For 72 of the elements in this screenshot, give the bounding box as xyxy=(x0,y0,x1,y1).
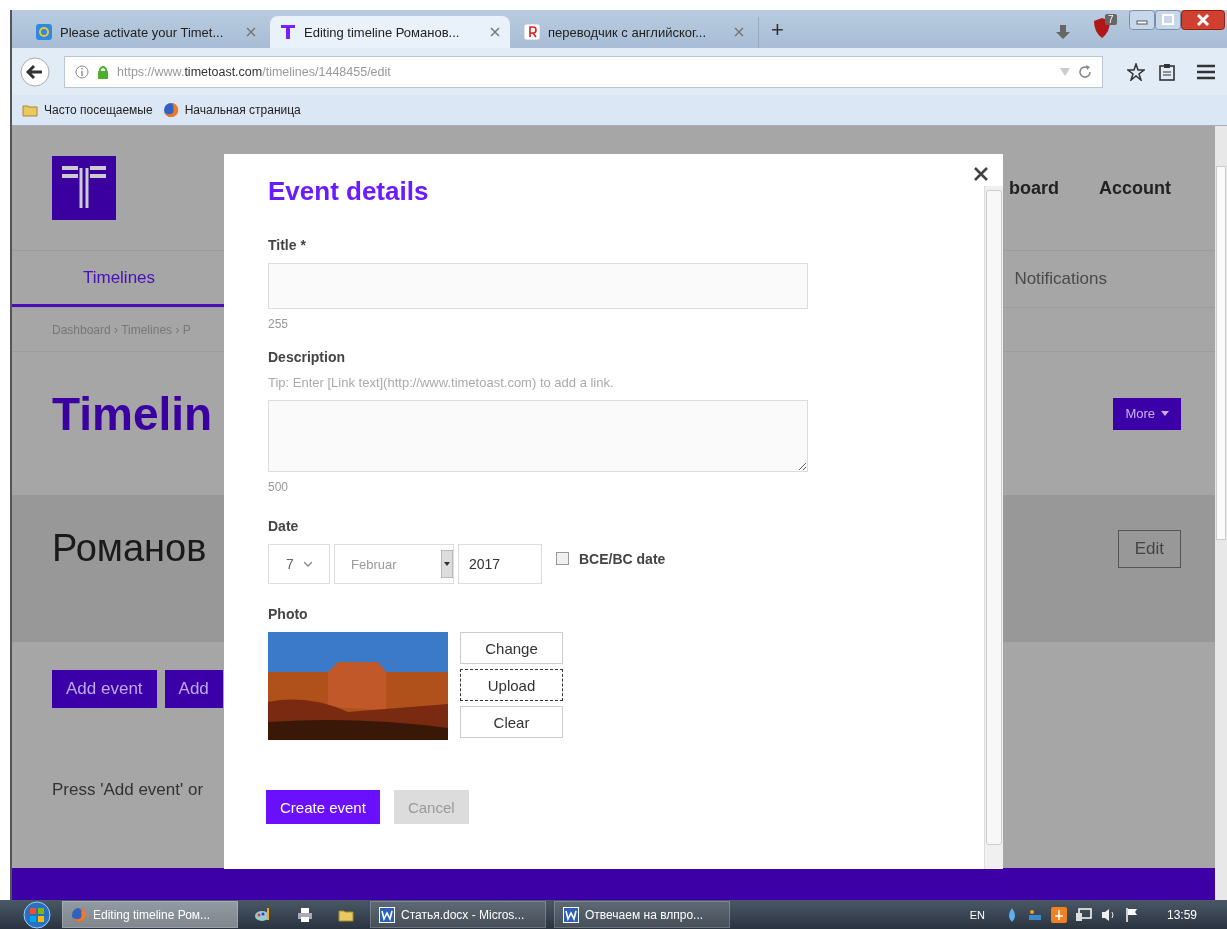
photo-button[interactable]: Clear xyxy=(460,706,563,738)
tip-text: Tip: Enter [Link text](http://www.timetoast.com) to add a link. xyxy=(268,375,614,390)
browser-tab[interactable]: Please activate your Timet... xyxy=(26,16,266,48)
field-label: Title * xyxy=(268,237,306,253)
caret-icon xyxy=(1161,411,1169,416)
firefox-icon xyxy=(162,102,179,118)
create-event-button[interactable]: Create event xyxy=(266,790,380,824)
t-logo-icon xyxy=(280,24,296,40)
checkbox-label: BCE/BC date xyxy=(579,551,666,567)
folder-icon xyxy=(22,102,38,118)
start-orb-icon[interactable] xyxy=(20,900,54,929)
speaker-icon[interactable] xyxy=(1100,906,1117,923)
menu-icon[interactable] xyxy=(1197,63,1215,80)
address-bar[interactable]: https://www.timetoast.com/timelines/1448455/edit xyxy=(64,55,1103,88)
clipboard-icon[interactable] xyxy=(1159,62,1175,81)
star-icon[interactable] xyxy=(1127,62,1145,81)
printer-icon xyxy=(296,905,314,924)
hint-text: Press 'Add event' or xyxy=(52,780,205,800)
taskbar-item[interactable]: Статья.docx - Micros... xyxy=(370,901,546,928)
lock-icon xyxy=(97,64,109,79)
minimize-icon[interactable] xyxy=(1129,10,1155,30)
dropdown-arrow-icon xyxy=(441,550,453,578)
word-document-icon xyxy=(379,906,395,923)
close-icon[interactable] xyxy=(973,166,989,182)
title-input[interactable] xyxy=(268,263,808,309)
reload-icon[interactable] xyxy=(1078,64,1092,79)
timetoast-logo-icon xyxy=(52,156,116,220)
chevron-down-icon xyxy=(303,561,312,567)
firefox-icon xyxy=(71,906,87,923)
photo-button[interactable]: Upload xyxy=(460,669,563,701)
bookmark[interactable]: Часто посещаемые xyxy=(22,102,153,118)
clock-icon xyxy=(36,24,52,40)
close-window-icon[interactable] xyxy=(1181,10,1225,30)
character-counter: 255 xyxy=(268,317,289,331)
day-select[interactable]: 7 xyxy=(268,544,330,584)
language-indicator[interactable]: EN xyxy=(969,908,985,921)
field-label: Photo xyxy=(268,606,308,622)
add-button[interactable]: Add xyxy=(164,670,223,708)
dialog-title: Event details xyxy=(268,176,429,207)
info-icon xyxy=(75,64,89,79)
restore-icon[interactable] xyxy=(1155,10,1181,30)
field-label: Date xyxy=(268,518,299,534)
paint-palette-icon xyxy=(254,905,272,924)
nav-link[interactable]: Account xyxy=(1099,177,1171,199)
scrollbar[interactable] xyxy=(1215,126,1227,900)
year-input[interactable]: 2017 xyxy=(458,544,542,584)
browser-tab[interactable]: переводчик с английског... xyxy=(514,16,754,48)
clock-time[interactable]: 13:59 xyxy=(1166,907,1197,922)
page-heading: Timelin xyxy=(52,386,213,441)
bce-checkbox[interactable] xyxy=(556,551,569,565)
monitor-icon[interactable] xyxy=(1074,906,1093,923)
field-label: Description xyxy=(268,349,345,365)
character-counter: 500 xyxy=(268,480,289,494)
bookmark[interactable]: Начальная страница xyxy=(162,102,301,118)
description-input[interactable] xyxy=(268,400,808,472)
scrollbar-thumb[interactable] xyxy=(986,190,1002,845)
timeline-name: Романов xyxy=(52,527,207,570)
more-button[interactable]: More xyxy=(1113,397,1181,430)
nav-tab[interactable]: Notifications xyxy=(1014,251,1107,307)
nav-link[interactable]: board xyxy=(1009,177,1059,199)
browser-tab[interactable]: Editing timeline Романов... xyxy=(270,16,510,48)
extension-badge: 7 xyxy=(1105,14,1117,25)
download-arrow-icon[interactable] xyxy=(1055,24,1071,40)
scrollbar[interactable] xyxy=(984,186,1003,869)
add-button[interactable]: Add event xyxy=(52,670,157,708)
scrollbar-thumb[interactable] xyxy=(1216,166,1226,540)
taskbar-item[interactable]: Отвечаем на влпро... xyxy=(554,901,730,928)
photo-button[interactable]: Change xyxy=(460,632,563,664)
url-text: https://www.timetoast.com/timelines/1448455/edit xyxy=(117,64,391,79)
tray-plus-icon[interactable] xyxy=(1050,906,1067,923)
word-document-icon xyxy=(563,906,579,923)
flag-icon[interactable] xyxy=(1124,906,1139,923)
